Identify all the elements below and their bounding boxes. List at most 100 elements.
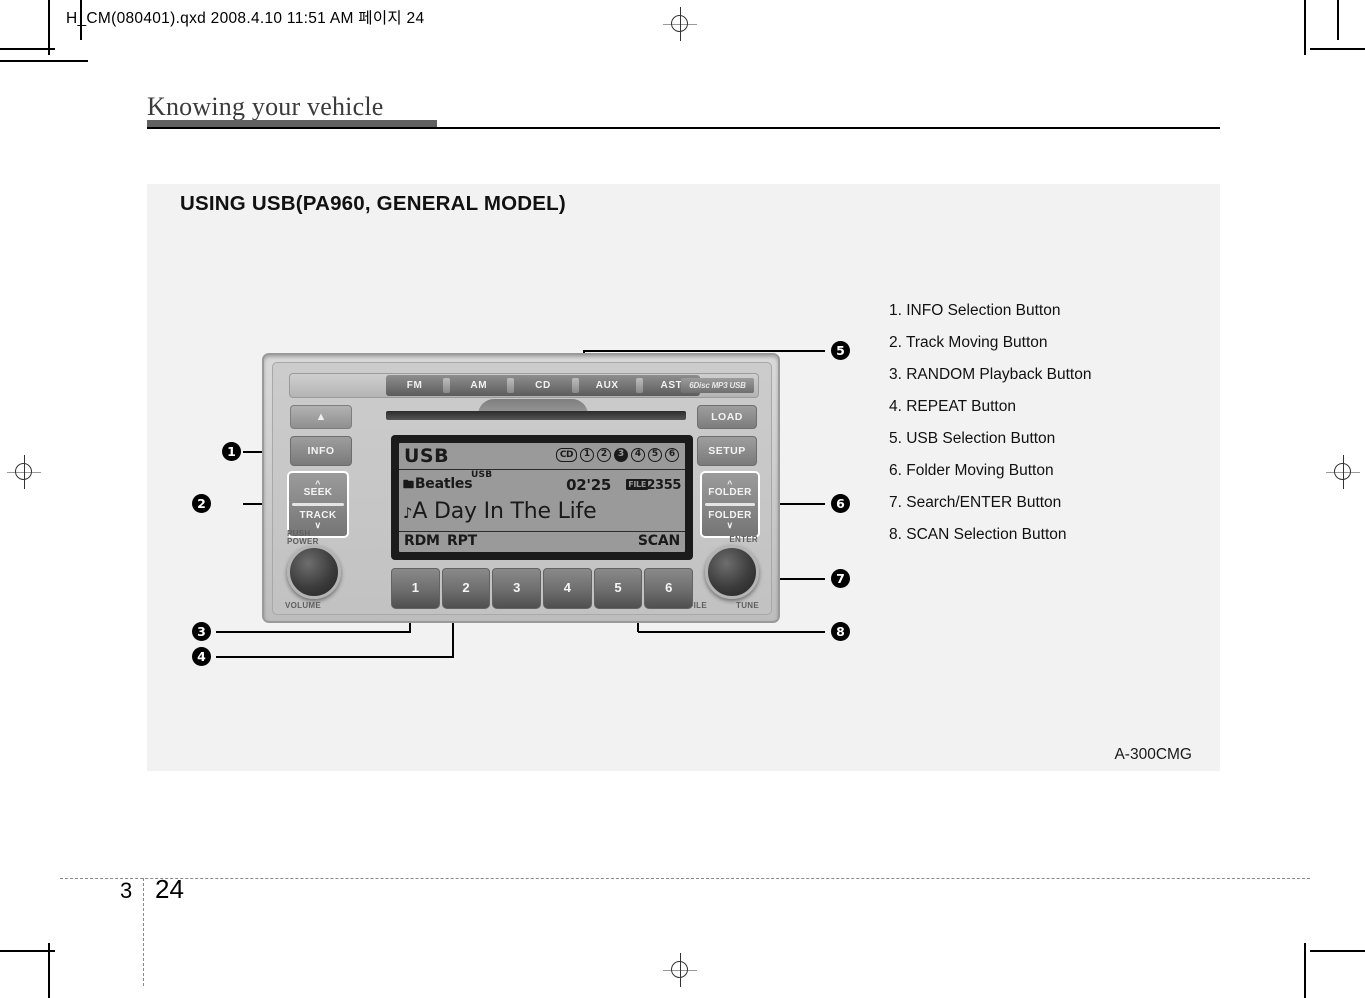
lcd-track-title: ♪A Day In The Life [403,499,597,524]
lcd-random-indicator: RDM [404,533,440,549]
lcd-source-label: USB [404,445,450,467]
lcd-file-number: 2355 [646,478,681,493]
legend-list: 1. INFO Selection Button 2. Track Moving… [889,295,1189,551]
band-button-aux[interactable]: AUX [579,380,636,391]
head-unit-faceplate: FM AM CD AUX AST 6Disc MP3 USB ▲ LOAD IN… [272,362,772,615]
folder-rocker[interactable]: ^ FOLDER FOLDER ∨ [700,471,760,538]
band-button-group: FM AM CD AUX AST [386,375,700,396]
chapter-rule [147,127,1220,129]
figure-code: A-300CMG [1114,746,1192,763]
crop-mark-tr-v [1304,0,1306,55]
rocker-divider [292,503,344,506]
band-button-cd[interactable]: CD [514,380,571,391]
load-button[interactable]: LOAD [697,405,757,429]
band-button-fm[interactable]: FM [386,380,443,391]
lcd-mode-row: RDM RPT SCAN [399,531,685,552]
seek-up-button[interactable]: ^ SEEK [289,473,347,505]
info-button[interactable]: INFO [290,436,352,466]
volume-power-knob[interactable] [287,545,341,599]
callout-bullet-6: 6 [831,494,850,513]
tune-label: TUNE [736,601,759,610]
footer-dashed-divider [143,878,144,986]
legend-item-6: 6. Folder Moving Button [889,462,1054,479]
section-title: USING USB(PA960, GENERAL MODEL) [180,192,566,215]
track-title-text: A Day In The Life [412,499,597,524]
leader-line-4 [216,656,454,658]
enter-tune-knob[interactable] [705,545,759,599]
music-note-icon: ♪ [403,504,413,522]
crop-mark-tr2-v [1337,0,1339,40]
callout-bullet-8: 8 [831,622,850,641]
lcd-display: USB CD 1 2 3 4 5 6 🖿Beatles USB 02'25 FI… [399,443,685,552]
callout-bullet-2: 2 [192,494,211,513]
seek-label: SEEK [303,486,333,498]
lcd-folder-name: 🖿Beatles [403,476,473,495]
lcd-disc-indicators: CD 1 2 3 4 5 6 [555,448,679,462]
preset-button-5[interactable]: 5 [593,568,643,609]
callout-bullet-4: 4 [192,647,211,666]
legend-item-1: 1. INFO Selection Button [889,302,1061,319]
crop-mark-br-v [1304,943,1306,998]
print-file-header: H_CM(080401).qxd 2008.4.10 11:51 AM 페이지 … [66,10,425,27]
leader-line-8 [638,631,825,633]
eject-button[interactable]: ▲ [290,405,352,429]
preset-button-row: 1 2 3 4 5 6 [391,568,694,609]
band-separator [443,378,451,393]
callout-bullet-1: 1 [222,442,241,461]
band-separator [571,378,579,393]
disc-mp3-usb-logo: 6Disc MP3 USB [681,378,754,393]
folder-up-button[interactable]: ^ FOLDER [702,473,758,505]
folder-up-label: FOLDER [708,486,752,498]
crop-mark-bl-h [0,950,55,952]
page-title: Knowing your vehicle [147,92,384,121]
footer-dashed-rule [60,878,1310,879]
chevron-down-icon: ∨ [314,520,322,531]
lcd-elapsed-time: 02'25 [566,476,611,494]
crop-mark-tr-h [1310,48,1365,50]
rocker-divider [705,503,755,506]
preset-button-2[interactable]: 2 [441,568,491,609]
crop-mark-tl2-h [0,60,88,62]
car-audio-head-unit: FM AM CD AUX AST 6Disc MP3 USB ▲ LOAD IN… [262,353,780,623]
disc-slot [386,411,686,420]
disc-indicator-3-active: 3 [614,448,628,462]
lcd-repeat-indicator: RPT [447,533,477,549]
folder-down-button[interactable]: FOLDER ∨ [702,505,758,537]
chevron-down-icon: ∨ [726,520,734,531]
folder-name-text: Beatles [414,476,473,492]
leader-line-3 [216,631,411,633]
callout-bullet-3: 3 [192,622,211,641]
lcd-bezel: USB CD 1 2 3 4 5 6 🖿Beatles USB 02'25 FI… [391,435,693,560]
legend-item-4: 4. REPEAT Button [889,398,1016,415]
lcd-usb-tag: USB [471,470,493,480]
cd-badge-icon: CD [555,448,577,462]
disc-indicator-2: 2 [597,448,611,462]
preset-button-3[interactable]: 3 [492,568,542,609]
legend-item-2: 2. Track Moving Button [889,334,1048,351]
crop-mark-tl-v [48,0,50,55]
folder-icon: 🖿 [403,478,414,491]
lcd-file-badge: FILE [626,479,648,490]
band-separator [635,378,643,393]
enter-label: ENTER [729,535,758,544]
volume-label: VOLUME [285,601,322,610]
band-separator [507,378,515,393]
crop-mark-tl-h [0,48,55,50]
disc-indicator-6: 6 [665,448,679,462]
seek-track-rocker[interactable]: ^ SEEK TRACK ∨ [287,471,349,538]
setup-button[interactable]: SETUP [697,436,757,466]
lcd-status-row: USB CD 1 2 3 4 5 6 [399,443,685,470]
preset-button-4[interactable]: 4 [543,568,592,609]
disc-indicator-5: 5 [648,448,662,462]
band-button-am[interactable]: AM [450,380,507,391]
leader-line-5 [584,350,825,352]
lcd-track-row: ♪A Day In The Life [399,498,685,532]
band-selector-strip: FM AM CD AUX AST 6Disc MP3 USB [289,373,759,398]
legend-item-7: 7. Search/ENTER Button [889,494,1062,511]
preset-button-1[interactable]: 1 [391,568,440,609]
preset-button-6[interactable]: 6 [644,568,694,609]
disc-indicator-1: 1 [580,448,594,462]
legend-item-3: 3. RANDOM Playback Button [889,366,1092,383]
legend-item-5: 5. USB Selection Button [889,430,1056,447]
callout-bullet-7: 7 [831,569,850,588]
